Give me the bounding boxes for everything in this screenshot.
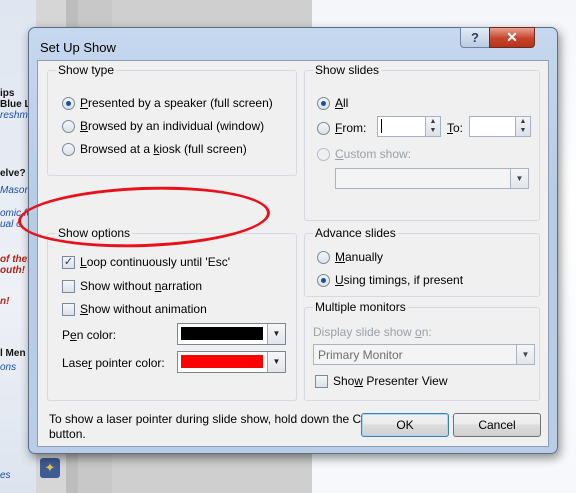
radio-custom-show[interactable]: Custom show:	[317, 147, 411, 161]
show-options-title: Show options	[56, 226, 133, 240]
radio-from-slide[interactable]: From:	[317, 121, 366, 135]
to-slide-input[interactable]: ▲ ▼	[469, 116, 531, 137]
custom-show-select[interactable]: ▼	[335, 168, 529, 189]
checkbox-box[interactable]	[62, 279, 75, 293]
radio-dot[interactable]	[317, 273, 330, 287]
radio-label: Browsed by an individual (window)	[80, 119, 265, 133]
pen-color-picker[interactable]: ▼	[177, 323, 286, 345]
background-text-fragment: ons	[0, 362, 17, 373]
multiple-monitors-title: Multiple monitors	[313, 300, 408, 314]
emblem-icon: ✦	[40, 458, 60, 478]
chevron-down-icon[interactable]: ▼	[267, 352, 285, 372]
pen-color-label: Pen color:	[62, 328, 117, 342]
to-spinner[interactable]: ▲ ▼	[515, 117, 530, 136]
radio-label: Browsed at a kiosk (full screen)	[80, 142, 247, 156]
monitor-select[interactable]: Primary Monitor ▼	[313, 344, 535, 365]
show-presenter-view-checkbox[interactable]: Show Presenter View	[315, 374, 448, 388]
advance-slides-title: Advance slides	[313, 226, 398, 240]
laser-pointer-color-picker[interactable]: ▼	[177, 351, 286, 373]
radio-label: Manually	[335, 250, 384, 264]
show-type-title: Show type	[56, 63, 117, 77]
checkbox-box[interactable]	[62, 302, 75, 316]
check-mark-icon[interactable]: ✓	[62, 255, 75, 269]
from-slide-input[interactable]: ▲ ▼	[377, 116, 441, 137]
multiple-monitors-group: Multiple monitors Display slide show on:…	[304, 301, 540, 401]
radio-label: Using timings, if present	[335, 273, 464, 287]
checkbox-label: Loop continuously until 'Esc'	[80, 255, 231, 269]
radio-presented-by-speaker[interactable]: Presented by a speaker (full screen)	[62, 96, 273, 110]
chevron-down-icon[interactable]: ▼	[516, 345, 534, 364]
radio-label: Custom show:	[335, 147, 412, 161]
monitor-value: Primary Monitor	[318, 348, 403, 362]
radio-label: Presented by a speaker (full screen)	[80, 96, 273, 110]
help-button[interactable]: ?	[460, 27, 490, 48]
display-slide-show-on-label: Display slide show on:	[313, 325, 432, 339]
checkbox-box[interactable]	[315, 374, 328, 388]
set-up-show-dialog: Set Up Show ? ✕ Show type Presented by a…	[28, 27, 558, 454]
show-slides-title: Show slides	[313, 63, 382, 77]
loop-continuously-checkbox[interactable]: ✓ Loop continuously until 'Esc'	[62, 255, 230, 269]
radio-dot[interactable]	[317, 250, 330, 264]
dialog-content: Show type Presented by a speaker (full s…	[37, 60, 549, 447]
radio-dot[interactable]	[62, 96, 75, 110]
radio-dot[interactable]	[317, 147, 330, 161]
radio-manually[interactable]: Manually	[317, 250, 383, 264]
radio-label: All	[335, 96, 349, 110]
background-text-fragment: ual o	[0, 219, 22, 230]
from-spinner[interactable]: ▲ ▼	[425, 117, 440, 136]
radio-label: From:	[335, 121, 367, 135]
text-cursor	[381, 119, 382, 133]
pen-color-swatch	[181, 327, 263, 340]
checkbox-label: Show without animation	[80, 302, 207, 316]
radio-dot[interactable]	[317, 96, 330, 110]
radio-browsed-by-individual[interactable]: Browsed by an individual (window)	[62, 119, 264, 133]
radio-browsed-at-kiosk[interactable]: Browsed at a kiosk (full screen)	[62, 142, 247, 156]
background-text-fragment: outh!	[0, 265, 25, 276]
chevron-down-icon[interactable]: ▼	[267, 324, 285, 344]
checkbox-label: Show without narration	[80, 279, 203, 293]
cancel-button[interactable]: Cancel	[453, 413, 541, 437]
radio-dot[interactable]	[62, 119, 75, 133]
show-without-animation-checkbox[interactable]: Show without animation	[62, 302, 207, 316]
background-text-fragment: es	[0, 470, 11, 481]
background-text-fragment: reshm	[0, 110, 28, 121]
close-button[interactable]: ✕	[489, 27, 535, 48]
radio-dot[interactable]	[317, 121, 330, 135]
dialog-title: Set Up Show	[40, 40, 116, 55]
title-bar[interactable]: Set Up Show ? ✕	[29, 27, 557, 60]
background-text-fragment: ips	[0, 88, 15, 99]
background-text-fragment: Mason	[0, 185, 31, 196]
show-type-group: Show type Presented by a speaker (full s…	[47, 64, 297, 176]
background-text-fragment: elve?	[0, 168, 26, 179]
to-label: To:	[447, 121, 464, 135]
ok-button[interactable]: OK	[361, 413, 449, 437]
show-slides-group: Show slides All From: ▲ ▼ To: ▲ ▼ Custom…	[304, 64, 540, 221]
background-text-fragment: n!	[0, 296, 10, 307]
show-without-narration-checkbox[interactable]: Show without narration	[62, 279, 202, 293]
advance-slides-group: Advance slides Manually Using timings, i…	[304, 227, 540, 297]
background-text-fragment: l Men	[0, 348, 26, 359]
radio-using-timings[interactable]: Using timings, if present	[317, 273, 463, 287]
radio-all-slides[interactable]: All	[317, 96, 348, 110]
show-options-group: Show options ✓ Loop continuously until '…	[47, 227, 297, 401]
chevron-down-icon[interactable]: ▼	[510, 169, 528, 188]
checkbox-label: Show Presenter View	[333, 374, 448, 388]
radio-dot[interactable]	[62, 142, 75, 156]
laser-pointer-color-label: Laser pointer color:	[62, 356, 165, 370]
laser-color-swatch	[181, 355, 263, 368]
